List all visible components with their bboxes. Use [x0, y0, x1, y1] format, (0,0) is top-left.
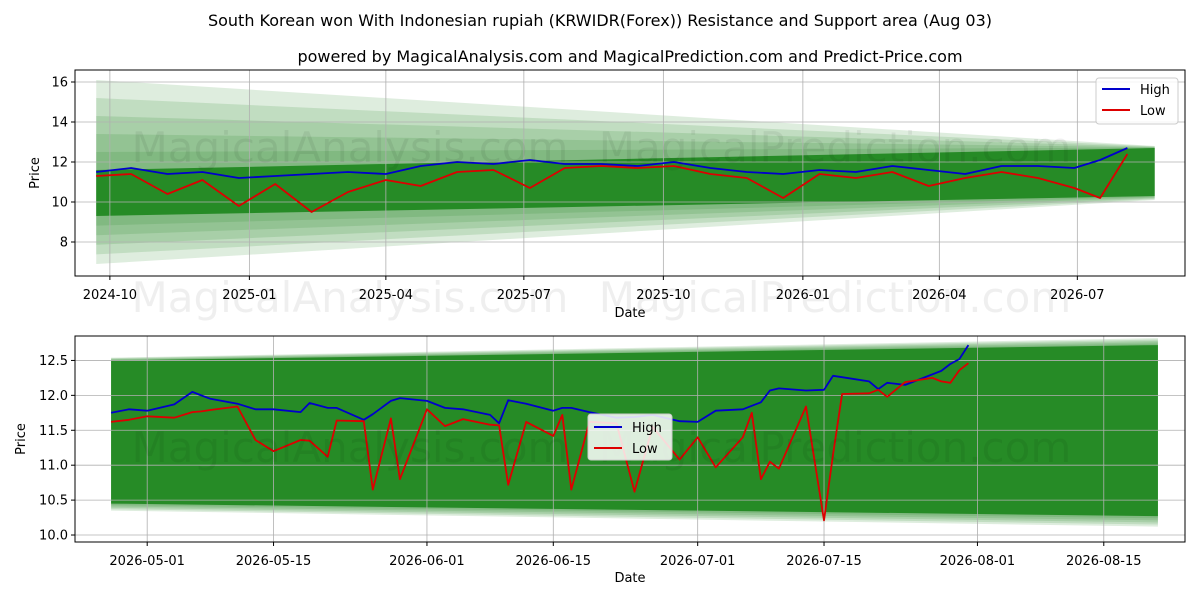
chart-title: South Korean won With Indonesian rupiah …	[208, 11, 992, 30]
support-resistance-band	[96, 80, 1155, 264]
y-tick-label: 10.0	[39, 529, 68, 544]
x-tick-label: 2026-07	[1050, 288, 1104, 303]
x-tick-label: 2026-08-01	[940, 554, 1016, 569]
x-tick-label: 2025-01	[222, 288, 276, 303]
x-tick-label: 2025-07	[497, 288, 551, 303]
bottom-chart-panel: MagicalAnalysis.com MagicalPrediction.co…	[14, 335, 1186, 586]
legend-low-label: Low	[1140, 104, 1166, 119]
chart-subtitle: powered by MagicalAnalysis.com and Magic…	[297, 47, 962, 66]
y-axis-label: Price	[28, 157, 43, 189]
y-tick-label: 11.5	[39, 424, 68, 439]
x-tick-label: 2025-10	[636, 288, 690, 303]
x-axis-label-zoom: Date	[614, 571, 645, 586]
legend-low-label-zoom: Low	[632, 442, 658, 457]
legend: High Low	[1095, 77, 1179, 125]
x-axis-label: Date	[614, 306, 645, 321]
y-tick-label: 8	[60, 236, 68, 251]
x-tick-label: 2026-04	[912, 288, 966, 303]
y-tick-label: 10	[51, 196, 68, 211]
y-tick-label: 14	[51, 116, 68, 131]
legend-zoom: High Low	[587, 413, 673, 461]
watermark-left: MagicalAnalysis.com	[132, 123, 569, 172]
x-tick-label: 2026-08-15	[1066, 554, 1142, 569]
watermark-left-zoom: MagicalAnalysis.com	[132, 423, 569, 472]
x-tick-label: 2026-06-01	[389, 554, 465, 569]
y-tick-label: 12.5	[39, 354, 68, 369]
x-tick-label: 2025-04	[359, 288, 413, 303]
y-tick-label: 16	[51, 76, 68, 91]
chart-canvas: South Korean won With Indonesian rupiah …	[14, 11, 1186, 586]
legend-high-label-zoom: High	[632, 421, 662, 436]
y-tick-label: 11.0	[39, 459, 68, 474]
legend-high-label: High	[1140, 83, 1170, 98]
x-tick-label: 2026-07-01	[660, 554, 736, 569]
x-tick-label: 2026-01	[776, 288, 830, 303]
x-tick-label: 2024-10	[83, 288, 137, 303]
top-chart-panel: MagicalAnalysis.com MagicalPrediction.co…	[28, 69, 1186, 322]
y-tick-label: 12	[51, 156, 68, 171]
y-tick-label: 12.0	[39, 389, 68, 404]
x-tick-label: 2026-05-01	[109, 554, 185, 569]
x-tick-label: 2026-06-15	[516, 554, 592, 569]
y-tick-label: 10.5	[39, 494, 68, 509]
y-axis-label-zoom: Price	[14, 423, 29, 455]
watermark-right: MagicalPrediction.com	[599, 123, 1072, 172]
x-tick-label: 2026-07-15	[786, 554, 862, 569]
x-tick-label: 2026-05-15	[236, 554, 312, 569]
